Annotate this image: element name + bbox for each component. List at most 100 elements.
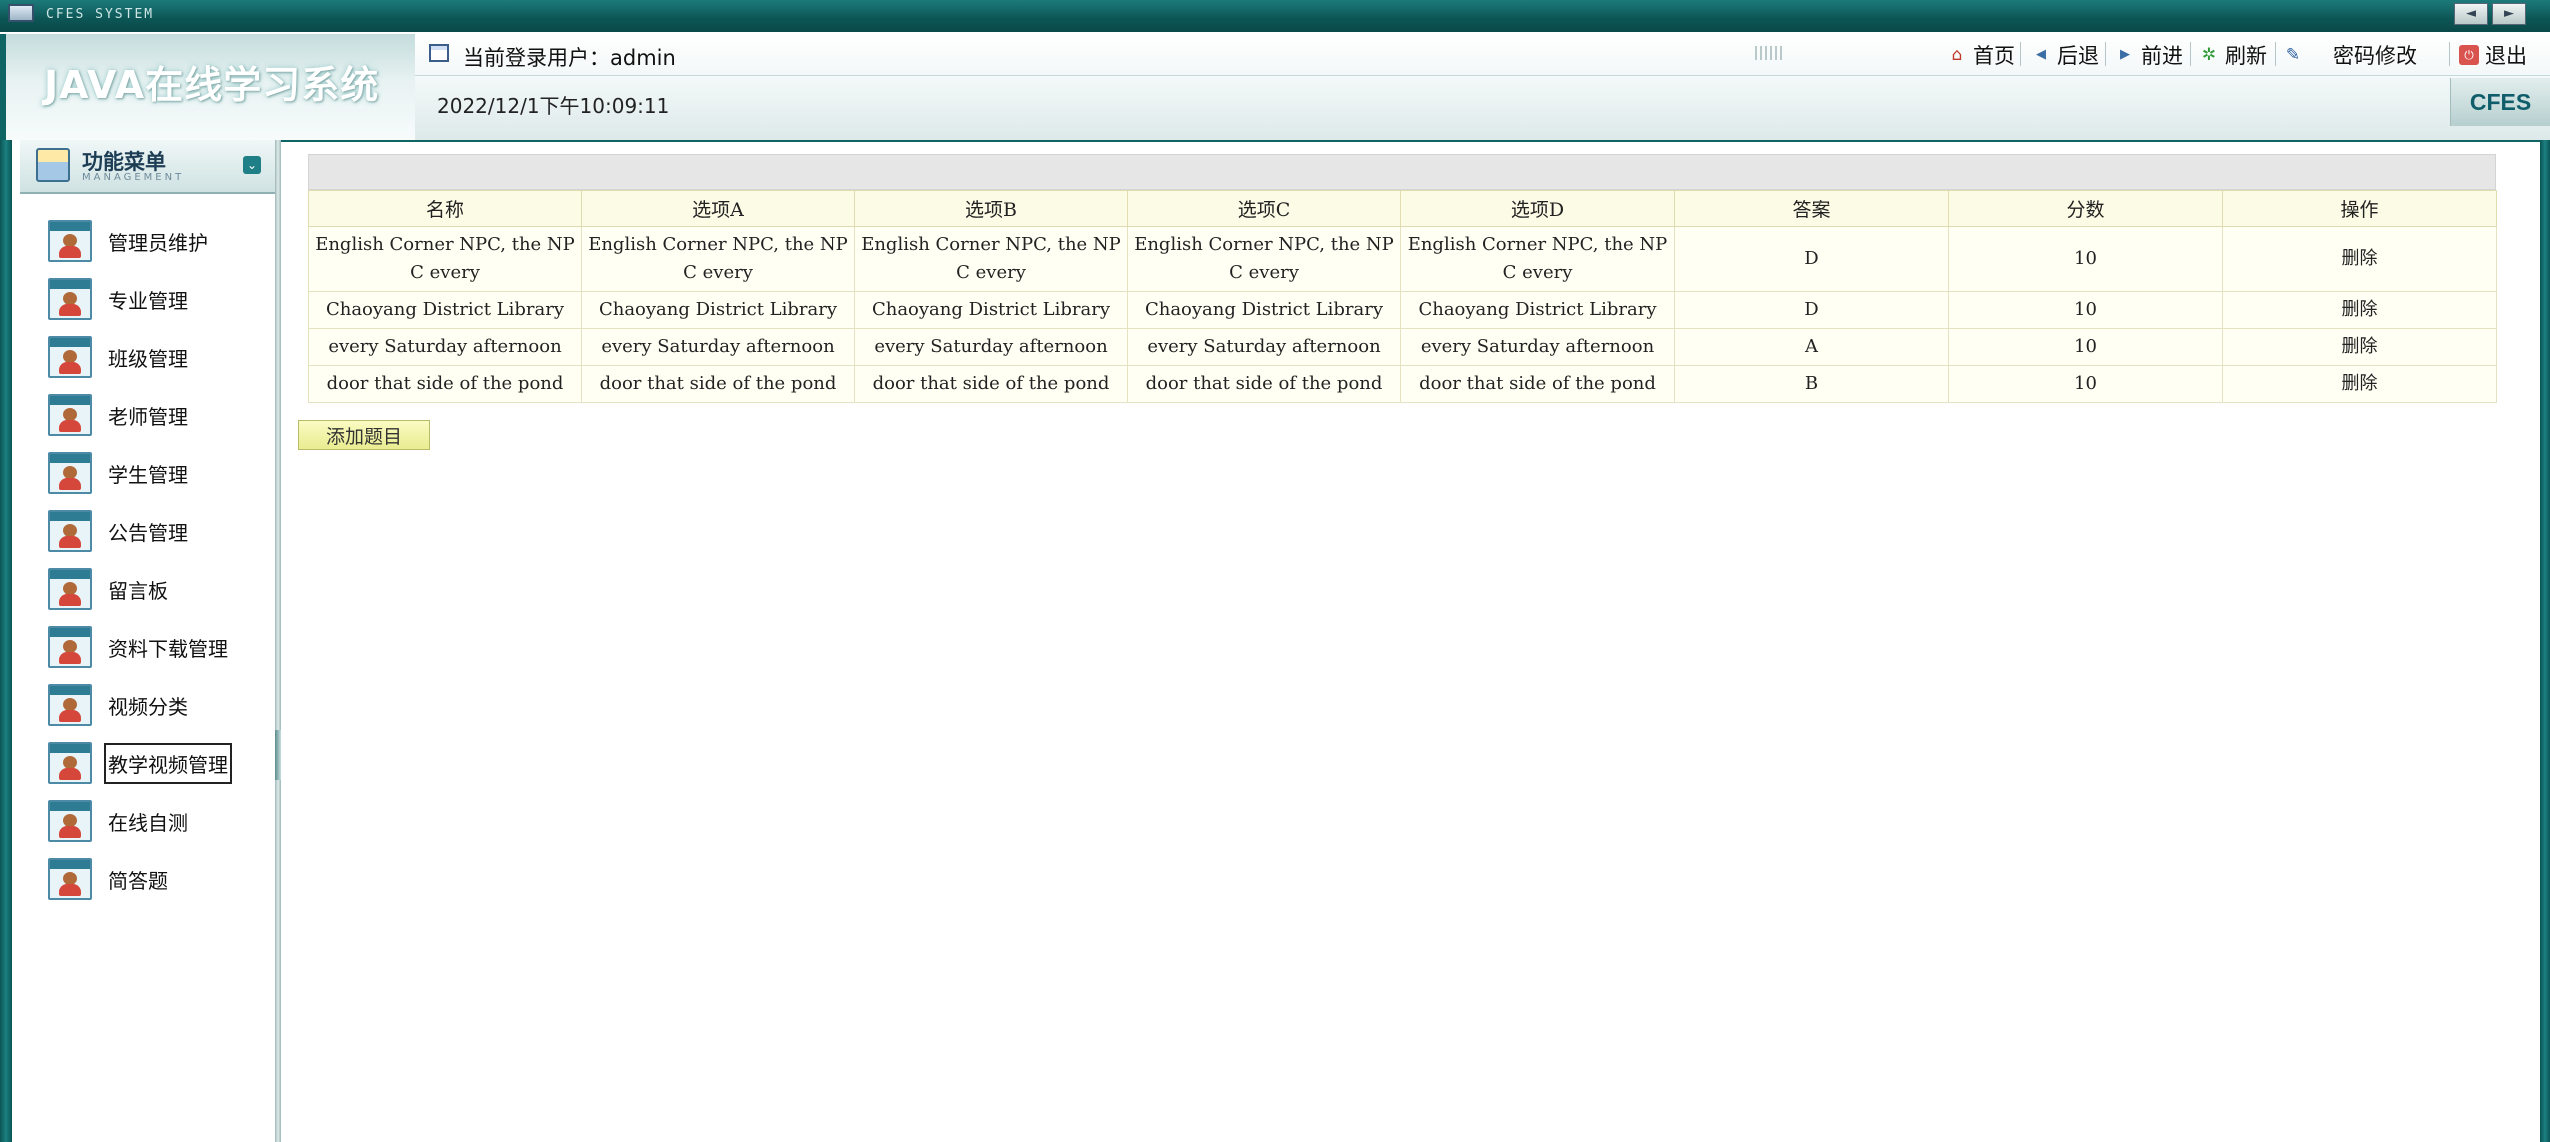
nav-divider: [2020, 42, 2021, 66]
cell-name: door that side of the pond: [308, 365, 582, 403]
nav-refresh-button[interactable]: ✲ 刷新: [2199, 42, 2267, 68]
splitter-grip[interactable]: [275, 730, 281, 780]
question-table: 名称 选项A 选项B 选项C 选项D 答案 分数 操作 English Corn…: [308, 190, 2497, 403]
sidebar-item-label: 留言板: [108, 578, 168, 603]
toolbar-grip: [1755, 46, 1783, 60]
exit-icon: ⏻: [2459, 45, 2479, 65]
cell-option-a: door that side of the pond: [581, 365, 855, 403]
app-title: JAVA在线学习系统: [44, 63, 380, 107]
current-user-label: 当前登录用户：admin: [463, 46, 676, 70]
column-header-option-c: 选项C: [1127, 190, 1401, 227]
user-icon: [48, 858, 92, 900]
cell-option-b: door that side of the pond: [854, 365, 1128, 403]
cell-score: 10: [1948, 328, 2223, 366]
table-row: door that side of the pond door that sid…: [308, 365, 2497, 403]
user-icon: [48, 278, 92, 320]
delete-link[interactable]: 删除: [2222, 365, 2497, 403]
scroll-right-icon[interactable]: ►: [2492, 3, 2526, 25]
nav-forward-label: 前进: [2141, 44, 2183, 68]
edit-password-icon: ✎: [2285, 45, 2301, 65]
collapse-icon[interactable]: ⌄: [243, 156, 261, 174]
frame-left-border: [0, 140, 12, 1142]
cell-answer: A: [1674, 328, 1949, 366]
cell-option-c: every Saturday afternoon: [1127, 328, 1401, 366]
sidebar-item-label: 公告管理: [108, 520, 188, 545]
cell-score: 10: [1948, 226, 2223, 292]
table-row: every Saturday afternoon every Saturday …: [308, 328, 2497, 366]
cell-answer: D: [1674, 226, 1949, 292]
table-header-row: 名称 选项A 选项B 选项C 选项D 答案 分数 操作: [308, 190, 2497, 227]
sidebar-item-admin[interactable]: 管理员维护: [48, 218, 273, 264]
table-row: Chaoyang District Library Chaoyang Distr…: [308, 291, 2497, 329]
cell-option-b: English Corner NPC, the NPC every: [854, 226, 1128, 292]
sidebar-item-self-test[interactable]: 在线自测: [48, 798, 273, 844]
column-header-option-d: 选项D: [1400, 190, 1675, 227]
nav-refresh-label: 刷新: [2225, 44, 2267, 68]
sidebar-item-student[interactable]: 学生管理: [48, 450, 273, 496]
sidebar-item-major[interactable]: 专业管理: [48, 276, 273, 322]
table-caption-bar: [308, 154, 2496, 190]
cell-option-d: every Saturday afternoon: [1400, 328, 1675, 366]
scroll-left-icon[interactable]: ◄: [2454, 3, 2488, 25]
cfes-badge: CFES: [2450, 78, 2550, 126]
cell-score: 10: [1948, 365, 2223, 403]
cell-option-a: English Corner NPC, the NPC every: [581, 226, 855, 292]
cell-name: English Corner NPC, the NPC every: [308, 226, 582, 292]
cell-answer: D: [1674, 291, 1949, 329]
home-icon: ⌂: [1951, 45, 1963, 65]
sidebar-item-label: 简答题: [108, 868, 168, 893]
nav-forward-button[interactable]: ▶ 前进: [2115, 42, 2183, 68]
system-icon: [8, 4, 34, 22]
nav-home-label: 首页: [1973, 44, 2015, 68]
sidebar-item-notice[interactable]: 公告管理: [48, 508, 273, 554]
sidebar-item-class[interactable]: 班级管理: [48, 334, 273, 380]
add-question-button[interactable]: 添加题目: [298, 420, 430, 450]
user-icon: [48, 568, 92, 610]
nav-exit-button[interactable]: ⏻ 退出: [2459, 42, 2527, 68]
nav-back-button[interactable]: ◀ 后退: [2031, 42, 2099, 68]
user-icon: [48, 220, 92, 262]
column-header-answer: 答案: [1674, 190, 1949, 227]
cell-score: 10: [1948, 291, 2223, 329]
delete-link[interactable]: 删除: [2222, 328, 2497, 366]
sidebar-item-label: 管理员维护: [108, 230, 208, 255]
sidebar-item-teaching-video[interactable]: 教学视频管理: [48, 740, 273, 786]
cell-option-c: English Corner NPC, the NPC every: [1127, 226, 1401, 292]
user-icon: [48, 684, 92, 726]
cell-option-b: every Saturday afternoon: [854, 328, 1128, 366]
cell-option-c: Chaoyang District Library: [1127, 291, 1401, 329]
header-logo-area: JAVA在线学习系统: [0, 34, 415, 140]
delete-link[interactable]: 删除: [2222, 226, 2497, 292]
cell-answer: B: [1674, 365, 1949, 403]
current-datetime: 2022/12/1下午10:09:11: [437, 94, 670, 118]
sidebar-item-messageboard[interactable]: 留言板: [48, 566, 273, 612]
sidebar-item-label: 学生管理: [108, 462, 188, 487]
forward-icon: ▶: [2120, 47, 2130, 62]
header-toolbar: 当前登录用户：admin ⌂ 首页 ◀ 后退 ▶ 前进 ✲ 刷新 ✎ 密码修改 …: [415, 34, 2550, 140]
sidebar-item-label: 教学视频管理: [104, 742, 232, 784]
nav-divider: [2449, 42, 2450, 66]
sidebar-item-video-category[interactable]: 视频分类: [48, 682, 273, 728]
sidebar-item-label: 视频分类: [108, 694, 188, 719]
menu-header[interactable]: 功能菜单 MANAGEMENT ⌄: [20, 140, 275, 194]
sidebar-menu: 功能菜单 MANAGEMENT ⌄ 管理员维护 专业管理 班级管理 老师管理 学…: [12, 140, 275, 1142]
nav-password-label: 密码修改: [2333, 44, 2417, 68]
nav-home-button[interactable]: ⌂ 首页: [1947, 42, 2015, 68]
nav-back-label: 后退: [2057, 44, 2099, 68]
table-row: English Corner NPC, the NPC every Englis…: [308, 226, 2497, 292]
sidebar-item-short-answer[interactable]: 简答题: [48, 856, 273, 902]
nav-password-button[interactable]: ✎ 密码修改: [2283, 42, 2417, 68]
column-header-score: 分数: [1948, 190, 2223, 227]
cell-option-d: Chaoyang District Library: [1400, 291, 1675, 329]
sidebar-splitter[interactable]: [275, 140, 281, 1142]
user-icon: [48, 800, 92, 842]
sidebar-item-downloads[interactable]: 资料下载管理: [48, 624, 273, 670]
user-icon: [48, 742, 92, 784]
cell-option-a: every Saturday afternoon: [581, 328, 855, 366]
header-top-row: 当前登录用户：admin ⌂ 首页 ◀ 后退 ▶ 前进 ✲ 刷新 ✎ 密码修改 …: [415, 34, 2550, 76]
menu-header-icon: [36, 148, 70, 182]
sidebar-item-teacher[interactable]: 老师管理: [48, 392, 273, 438]
column-header-option-a: 选项A: [581, 190, 855, 227]
delete-link[interactable]: 删除: [2222, 291, 2497, 329]
main-content: 名称 选项A 选项B 选项C 选项D 答案 分数 操作 English Corn…: [282, 142, 2540, 1142]
